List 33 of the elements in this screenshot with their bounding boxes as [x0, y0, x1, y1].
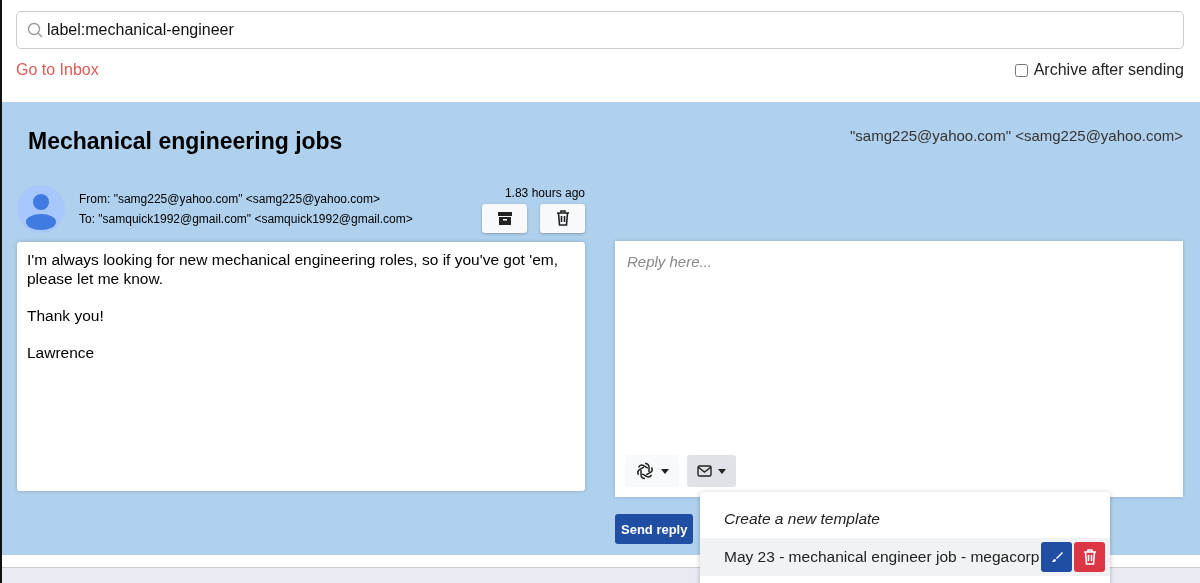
- caret-icon: [661, 468, 669, 474]
- send-reply-button[interactable]: Send reply: [615, 514, 694, 544]
- reply-box[interactable]: Reply here...: [615, 241, 1183, 497]
- search-icon: [27, 22, 43, 38]
- archive-icon: [497, 211, 512, 225]
- delete-button[interactable]: [540, 203, 585, 233]
- trash-icon: [555, 210, 570, 226]
- from-line: From: "samg225@yahoo.com" <samg225@yahoo.com>: [79, 191, 382, 208]
- edit-button[interactable]: [1041, 542, 1073, 572]
- search-input[interactable]: label:mechanical-engineer: [45, 20, 1173, 40]
- trash-icon: [1082, 549, 1097, 565]
- avatar-icon: [17, 185, 65, 233]
- template-menu-button[interactable]: [687, 455, 736, 487]
- ai-menu-button[interactable]: [625, 455, 679, 487]
- body-paragraph: I'm always looking for new mechanical engineering roles, so if you've got 'em, please let me know.: [27, 250, 559, 288]
- to-line: To: "samquick1992@gmail.com" <samquick1992@gmail.com>: [79, 211, 414, 228]
- template-menu-item[interactable]: May 23 - mechanical engineer job - megacorp: [700, 538, 1110, 576]
- search-field[interactable]: label:mechanical-engineer: [16, 11, 1184, 49]
- archive-button[interactable]: [482, 203, 527, 233]
- caret-icon: [718, 468, 726, 474]
- sender-address: "samg225@yahoo.com" <samg225@yahoo.com>: [850, 127, 1183, 144]
- email-subject: Mechanical engineering jobs: [28, 128, 344, 156]
- brush-icon: [1050, 551, 1063, 563]
- go-to-inbox-link[interactable]: Go to Inbox: [16, 61, 99, 79]
- email-time: 1.83 hours ago: [504, 185, 585, 200]
- body-paragraph: Thank you!: [27, 306, 105, 325]
- knot-logo-icon: [635, 461, 655, 481]
- template-menu-item[interactable]: Create a new template: [700, 500, 1110, 538]
- delete-template-button[interactable]: [1074, 542, 1106, 572]
- archive-checkbox[interactable]: [1014, 63, 1028, 77]
- body-paragraph: Lawrence: [27, 343, 96, 362]
- envelope-icon: [697, 465, 712, 477]
- archive-label: Archive after sending: [1033, 61, 1184, 79]
